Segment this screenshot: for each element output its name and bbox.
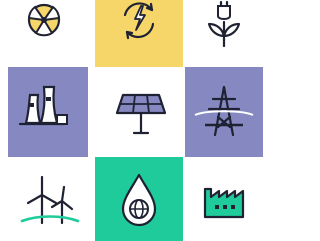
wind-turbines-icon: [20, 175, 80, 225]
tile-nuclear: [0, 0, 88, 67]
tile-plant: [185, 0, 263, 67]
nuclear-icon: [27, 3, 61, 37]
oil-drop-globe-icon: [121, 173, 157, 227]
tile-power-pylon: [185, 67, 263, 157]
energy-icon-grid: [0, 0, 263, 241]
renewable-energy-cycle-icon: [123, 2, 155, 40]
tile-renewable-cycle: [95, 0, 183, 67]
solar-panel-icon: [115, 93, 167, 135]
cooling-towers-icon: [18, 85, 68, 126]
tile-oil-drop-globe: [95, 157, 183, 241]
tile-factory: [185, 157, 263, 241]
tile-wind-turbines: [8, 157, 88, 241]
tile-cooling-towers: [8, 67, 88, 157]
tile-solar-panel: [95, 67, 183, 157]
factory-icon: [203, 187, 245, 219]
plant-energy-icon: [207, 0, 241, 48]
power-pylon-icon: [194, 85, 254, 137]
